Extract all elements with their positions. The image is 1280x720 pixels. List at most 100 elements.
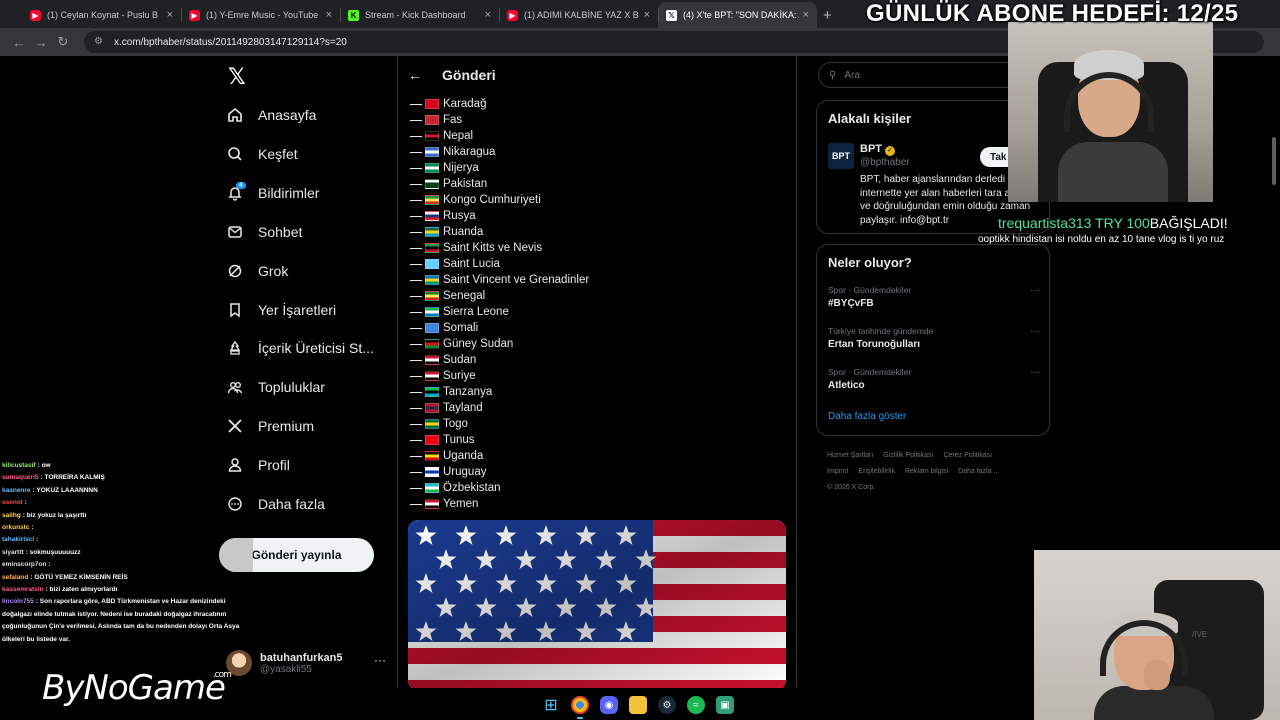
webcam-overlay-top	[1008, 22, 1213, 202]
chair-brand-logo: /IVE	[1192, 630, 1208, 639]
donation-label: BAĞIŞLADI!	[1149, 215, 1228, 231]
sidebar-item-communities[interactable]: Topluluklar	[226, 372, 325, 402]
chat-username: kaanenre	[2, 486, 31, 494]
country-name: Senegal	[443, 290, 486, 302]
trends-card: Neler oluyor? Spor · Gündemdekiler #BYÇvF…	[816, 244, 1050, 436]
browser-tab[interactable]: ▶ (1) ADIMI KALBİNE YAZ X B ×	[499, 2, 658, 28]
chat-message: tahakirisci:	[2, 534, 242, 546]
close-tab-icon[interactable]: ×	[326, 9, 332, 21]
back-arrow-icon[interactable]: ←	[408, 67, 422, 83]
country-name: Nepal	[443, 130, 474, 142]
list-item: Tanzanya	[410, 384, 790, 400]
url-text: x.com/bpthaber/status/201149280314712911…	[114, 36, 347, 48]
country-name: Tanzanya	[443, 386, 493, 398]
country-name: Saint Vincent ve Grenadinler	[443, 274, 590, 286]
browser-tab[interactable]: ▶ (1) Ceylan Koynat - Puslu B ×	[22, 2, 181, 28]
browser-tab[interactable]: 𝕏 (4) X'te BPT: "SON DAKİKA: ABD ×	[658, 2, 817, 28]
flag-icon	[425, 195, 439, 205]
post-image-us-flag[interactable]	[408, 520, 786, 688]
browser-tab[interactable]: ▶ (1) Y-Emre Music - YouTube ×	[181, 2, 340, 28]
verified-badge-icon: ✓	[885, 146, 895, 156]
trend-name: #BYÇvFB	[828, 298, 874, 309]
more-options-icon[interactable]: ···	[1030, 326, 1040, 337]
sidebar-item-explore[interactable]: Keşfet	[226, 139, 298, 169]
forward-icon[interactable]: →	[30, 35, 52, 50]
file-explorer-icon[interactable]	[629, 696, 647, 714]
chrome-icon[interactable]	[571, 696, 589, 719]
trend-item[interactable]: Türkiye tarihinde gündemde Ertan Torunoğu…	[828, 326, 1040, 350]
windows-taskbar: ⊞ ◉ ⚙ ≈ ▣	[530, 690, 750, 720]
post-button[interactable]: Gönderi yayınla	[219, 538, 374, 572]
country-name: Tayland	[443, 402, 483, 414]
country-name: Ruanda	[443, 226, 484, 238]
browser-tab[interactable]: K Stream - Kick Dashboard ×	[340, 2, 499, 28]
sidebar-item-creator[interactable]: İçerik Üreticisi St...	[226, 333, 374, 363]
chat-message: lincoln755: Son raporlara göre, ABD Türk…	[2, 596, 242, 646]
us-flag-graphic	[408, 520, 786, 688]
more-options-icon[interactable]: ···	[1030, 367, 1040, 378]
list-dash	[410, 503, 422, 505]
windows-start-icon[interactable]: ⊞	[542, 696, 560, 714]
chat-text: : sokmuşuuuuuzz	[25, 548, 81, 556]
sidebar-item-bookmarks[interactable]: Yer İşaretleri	[226, 295, 336, 325]
steam-icon[interactable]: ⚙	[658, 696, 676, 714]
more-options-icon[interactable]: ···	[374, 653, 386, 667]
country-name: Nikaragua	[443, 146, 496, 158]
sidebar-item-grok[interactable]: Grok	[226, 256, 288, 286]
trend-item[interactable]: Spor · Gündemdekiler Atletico ···	[828, 367, 1040, 391]
list-dash	[410, 151, 422, 153]
close-tab-icon[interactable]: ×	[644, 9, 650, 21]
bpt-avatar[interactable]: BPT	[828, 143, 854, 169]
bpt-name[interactable]: BPT ✓	[860, 143, 895, 156]
back-icon[interactable]: ←	[8, 35, 30, 50]
app-icon[interactable]: ▣	[716, 696, 734, 714]
flag-icon	[425, 451, 439, 461]
footer-link[interactable]: Gizlilik Politikası	[883, 452, 933, 459]
close-tab-icon[interactable]: ×	[485, 9, 491, 21]
country-name: Somali	[443, 322, 479, 334]
account-switcher[interactable]: batuhanfurkan5 @yasakli55 ···	[226, 643, 386, 683]
flag-icon	[425, 131, 439, 141]
flag-icon	[425, 483, 439, 493]
account-handle: @yasakli55	[260, 663, 312, 675]
youtube-icon: ▶	[189, 9, 200, 21]
footer-link[interactable]: Erişilebilirlik	[858, 468, 895, 475]
page-title: Gönderi	[442, 67, 496, 83]
brand-suffix: .com	[212, 670, 232, 680]
list-dash	[410, 343, 422, 345]
footer-link[interactable]: Reklam bilgisi	[905, 468, 948, 475]
close-tab-icon[interactable]: ×	[167, 9, 173, 21]
reload-icon[interactable]: ↻	[52, 34, 74, 50]
communities-icon	[226, 378, 244, 396]
list-item: Pakistan	[410, 176, 790, 192]
sidebar-item-chat[interactable]: Sohbet	[226, 217, 302, 247]
chat-message: eminscorp7on:	[2, 559, 242, 571]
sidebar-item-home[interactable]: Anasayfa	[226, 100, 316, 130]
chat-username: ssenol	[2, 499, 23, 507]
trend-item[interactable]: Spor · Gündemdekiler #BYÇvFB ···	[828, 285, 1040, 309]
footer-link[interactable]: Hizmet Şartları	[827, 452, 873, 459]
site-settings-icon[interactable]: ⚙	[94, 36, 106, 48]
footer-link[interactable]: Çerez Politikası	[943, 452, 992, 459]
spotify-icon[interactable]: ≈	[687, 696, 705, 714]
list-dash	[410, 439, 422, 441]
sidebar-item-notifications[interactable]: 4 Bildirimler	[226, 178, 319, 208]
streamer-hand	[1144, 660, 1170, 690]
list-item: Somali	[410, 320, 790, 336]
sidebar-item-premium[interactable]: Premium	[226, 411, 314, 441]
flag-icon	[425, 147, 439, 157]
kick-icon: K	[348, 9, 359, 21]
country-name: Togo	[443, 418, 468, 430]
new-tab-icon[interactable]: +	[817, 7, 840, 28]
discord-icon[interactable]: ◉	[600, 696, 618, 714]
page-scrollbar[interactable]	[1272, 137, 1276, 185]
close-tab-icon[interactable]: ×	[803, 9, 809, 21]
country-name: Pakistan	[443, 178, 488, 190]
footer-link[interactable]: Imprint	[827, 468, 848, 475]
show-more-link[interactable]: Daha fazla göster	[828, 411, 906, 422]
sidebar-item-label: Daha fazla	[258, 496, 325, 512]
x-logo-icon[interactable]: 𝕏	[228, 64, 246, 90]
country-name: Nijerya	[443, 162, 479, 174]
footer-link[interactable]: Daha fazla ...	[958, 468, 999, 475]
more-options-icon[interactable]: ···	[1030, 285, 1040, 296]
